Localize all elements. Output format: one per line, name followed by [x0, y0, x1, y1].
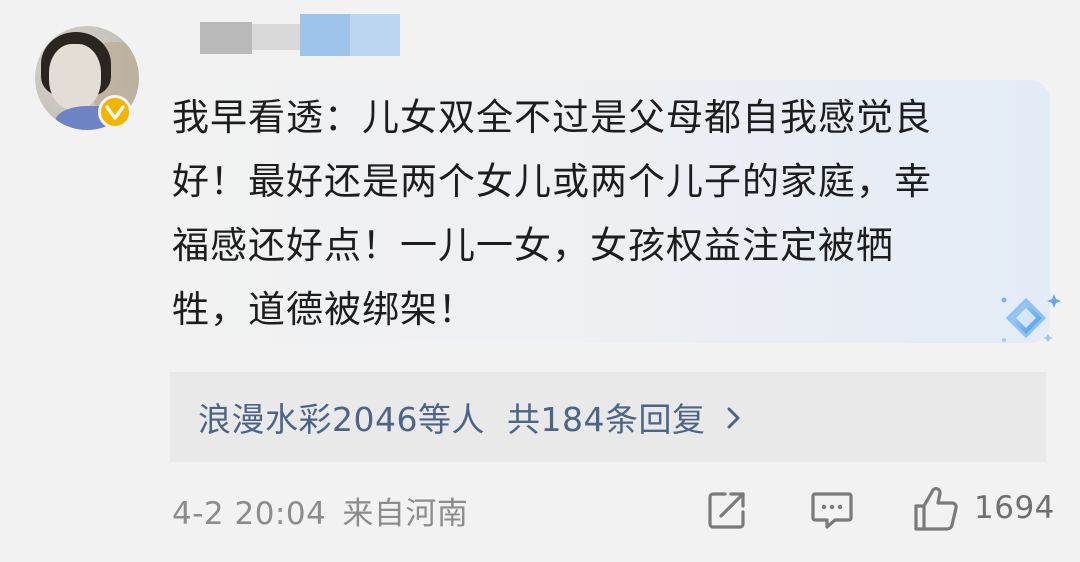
comment-meta: 4-2 20:04 来自河南 [172, 488, 468, 533]
sparkle-icon [1001, 294, 1061, 342]
redaction-block [200, 22, 252, 54]
repliers-text: 浪漫水彩2046等人 [198, 400, 485, 439]
share-icon[interactable] [705, 488, 749, 532]
redaction-block [300, 14, 350, 56]
comment-text: 我早看透：儿女双全不过是父母都自我感觉良 好！最好还是两个女儿或两个儿子的家庭，… [172, 96, 932, 331]
avatar-face [49, 44, 101, 110]
username-redacted[interactable] [200, 14, 400, 56]
like-icon[interactable] [911, 484, 961, 534]
redaction-block [350, 14, 400, 56]
timestamp: 4-2 20:04 [172, 496, 327, 532]
location: 来自河南 [342, 496, 469, 532]
reply-count: 共184条回复 [506, 400, 706, 439]
chevron-right-icon [723, 402, 745, 432]
replies-summary[interactable]: 浪漫水彩2046等人 共184条回复 [170, 372, 1046, 462]
like-count: 1694 [974, 490, 1055, 526]
comment-icon[interactable] [809, 488, 855, 532]
redaction-block [252, 24, 300, 50]
verified-badge-icon [98, 95, 132, 129]
